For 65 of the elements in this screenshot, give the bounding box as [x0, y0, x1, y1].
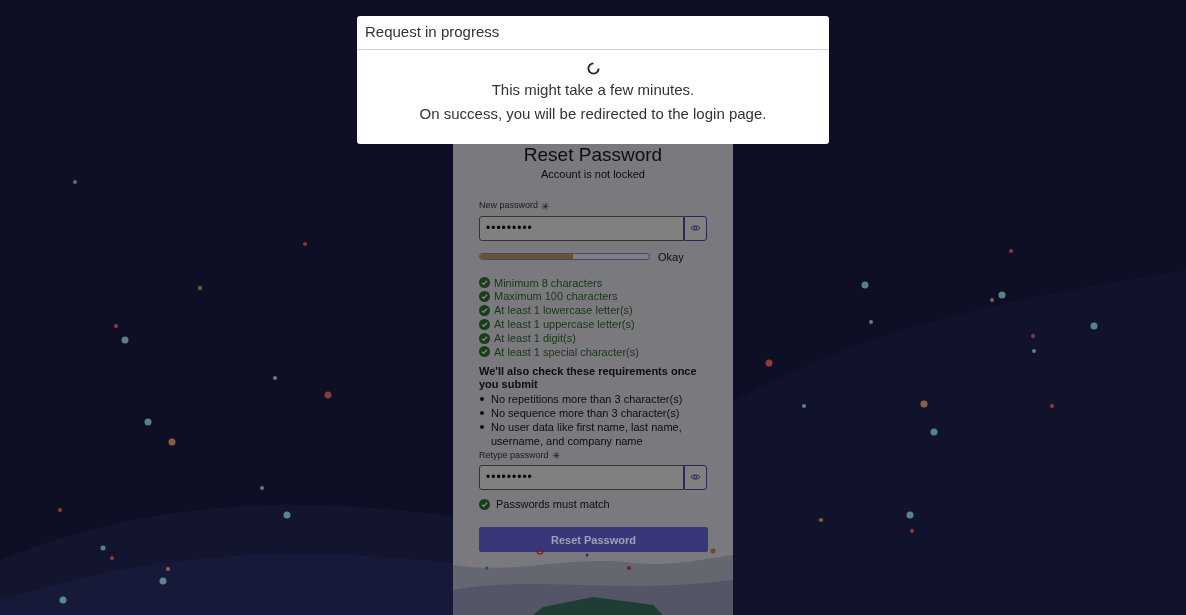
dot — [998, 291, 1006, 299]
dot — [1009, 249, 1013, 253]
password-field[interactable]: ••••••••• — [479, 464, 685, 490]
dot — [166, 567, 170, 571]
dot — [990, 298, 994, 302]
requirement-text: Maximum 100 characters — [494, 289, 618, 305]
requirement-text: At least 1 digit(s) — [494, 330, 576, 346]
dot — [58, 508, 62, 512]
card-title: Reset Password — [522, 145, 664, 165]
dot — [1050, 404, 1054, 408]
dot — [1090, 322, 1098, 330]
eye-icon — [690, 473, 702, 482]
dialog-message: On success, you will be redirected to the login page. — [419, 104, 767, 123]
dot — [930, 428, 938, 436]
dot — [110, 556, 114, 560]
dot — [802, 404, 806, 408]
dot — [765, 359, 773, 367]
match-text: Passwords must match — [496, 496, 610, 512]
dot — [73, 180, 77, 184]
dot — [283, 511, 291, 519]
password-field[interactable]: ••••••••• — [479, 215, 685, 241]
dot — [144, 418, 152, 426]
requirement-text: Minimum 8 characters — [494, 275, 603, 291]
dot — [198, 286, 202, 290]
required-mark: ✳ — [541, 199, 550, 214]
required-mark: ✳ — [551, 448, 560, 463]
dot — [819, 518, 823, 522]
dot — [159, 577, 167, 585]
dot — [910, 529, 914, 533]
dot — [869, 320, 873, 324]
dot — [273, 376, 277, 380]
dot — [861, 281, 869, 289]
field-label: Retype password — [479, 448, 549, 462]
reset-password-button[interactable]: Reset Password — [479, 527, 708, 553]
dot — [114, 324, 118, 328]
rule-text: No repetitions more than 3 character(s) — [491, 391, 683, 406]
dialog-message: This might take a few minutes. — [491, 80, 695, 99]
dot — [100, 545, 106, 551]
bullet-icon — [480, 396, 484, 401]
rule-text: No sequence more than 3 character(s) — [491, 405, 680, 420]
spinner-icon — [586, 62, 600, 75]
dot — [1032, 349, 1036, 353]
show-password-button[interactable] — [684, 464, 707, 490]
dot — [324, 391, 332, 399]
requirement-text: At least 1 special character(s) — [494, 344, 639, 360]
requirement-text: At least 1 uppercase letter(s) — [494, 317, 635, 333]
dialog-title: Request in progress — [365, 22, 500, 43]
field-label: New password — [479, 199, 539, 213]
dot — [260, 486, 264, 490]
dot — [303, 242, 307, 246]
bullet-icon — [480, 410, 484, 415]
show-password-button[interactable] — [684, 215, 707, 241]
dot — [906, 511, 914, 519]
dot — [168, 438, 176, 446]
dot — [121, 336, 129, 344]
requirements-note: We'll also check these requirements once you submit — [479, 364, 698, 391]
requirement-text: At least 1 lowercase letter(s) — [494, 303, 633, 319]
dot — [59, 596, 67, 604]
eye-icon — [690, 224, 702, 232]
dot — [920, 400, 928, 408]
dot — [1031, 334, 1035, 338]
account-status: Account is not locked — [540, 167, 646, 182]
rule-text: No user data like first name, last name, username, and company name — [491, 419, 683, 448]
strength-label: Okay — [658, 249, 684, 265]
bullet-icon — [480, 424, 484, 429]
